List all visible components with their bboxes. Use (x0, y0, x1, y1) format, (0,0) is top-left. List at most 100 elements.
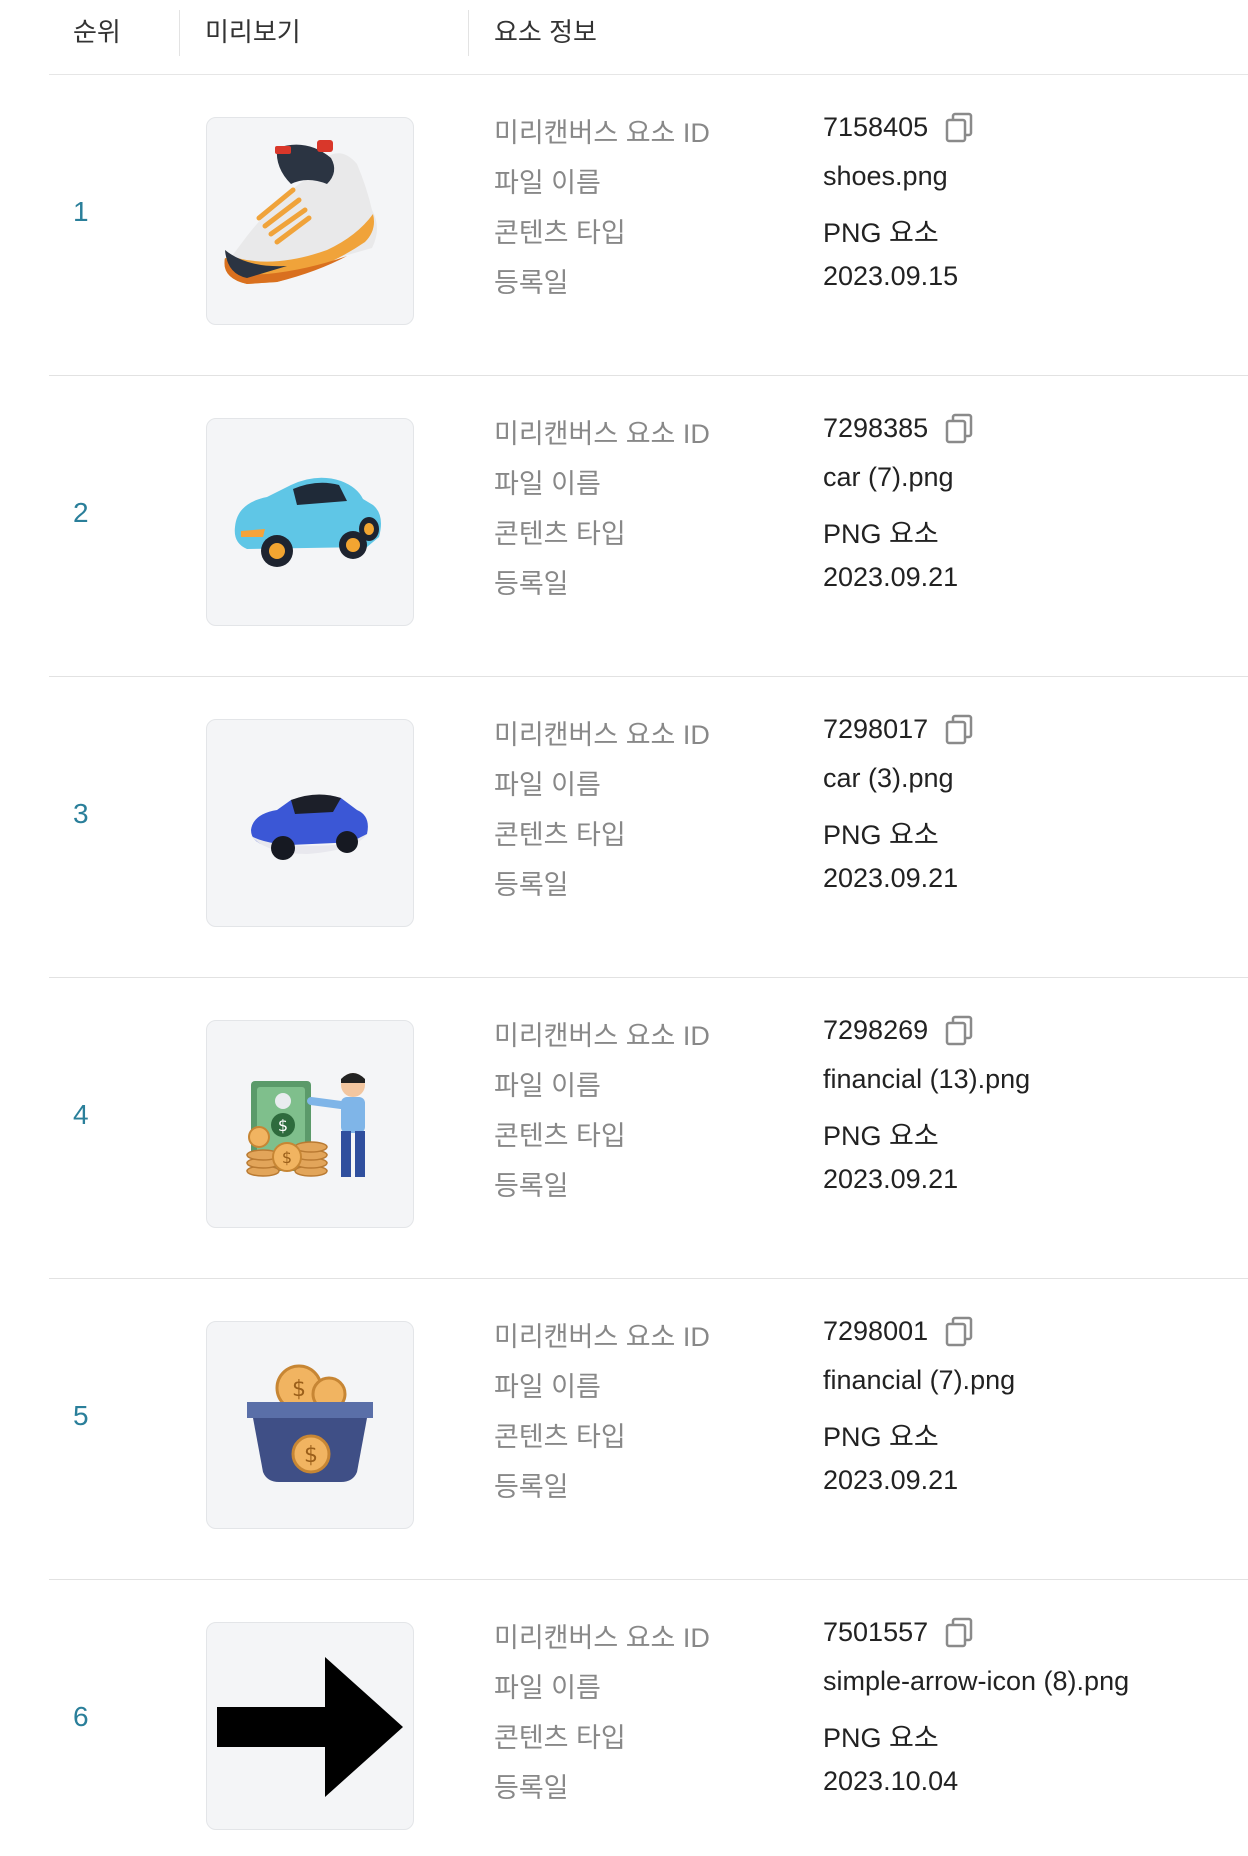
type-label: 콘텐츠 타입 (494, 1121, 626, 1151)
info-line-file: 파일 이름 car (3).png (494, 753, 1214, 803)
header-rank: 순위 (73, 17, 121, 47)
header-preview: 미리보기 (205, 17, 301, 47)
file-name: shoes.png (823, 161, 948, 191)
rank-number: 3 (73, 798, 89, 829)
file-label: 파일 이름 (494, 1372, 601, 1402)
file-name: financial (13).png (823, 1064, 1031, 1094)
id-value-wrap: 7298269 (823, 1014, 974, 1046)
info-line-type: 콘텐츠 타입 PNG 요소 (494, 502, 1214, 552)
info-line-id: 미리캔버스 요소 ID 7501557 (494, 1606, 1214, 1656)
preview-thumbnail[interactable] (206, 1622, 414, 1830)
id-label: 미리캔버스 요소 ID (494, 1021, 710, 1051)
copy-icon[interactable] (944, 713, 974, 745)
registered-date: 2023.09.21 (823, 562, 959, 592)
file-name: financial (7).png (823, 1365, 1016, 1395)
id-label: 미리캔버스 요소 ID (494, 118, 710, 148)
info-line-file: 파일 이름 financial (13).png (494, 1054, 1214, 1104)
copy-icon[interactable] (944, 1014, 974, 1046)
person-with-money-icon: $ $ (246, 1073, 365, 1177)
date-label: 등록일 (494, 569, 569, 599)
element-id: 7501557 (823, 1616, 929, 1647)
info-line-id: 미리캔버스 요소 ID 7298017 (494, 703, 1214, 753)
header-divider (179, 10, 180, 56)
header-divider (468, 10, 469, 56)
rank-number: 2 (73, 497, 89, 528)
svg-text:$: $ (278, 1116, 288, 1135)
preview-thumbnail[interactable] (206, 117, 414, 325)
table-row: 2 미리캔버스 요소 ID 7298385 파일 이름 car (7).png … (49, 376, 1248, 677)
copy-icon[interactable] (944, 412, 974, 444)
content-type: PNG 요소 (823, 1723, 939, 1753)
date-label: 등록일 (494, 1773, 569, 1803)
content-type: PNG 요소 (823, 820, 939, 850)
info-line-date: 등록일 2023.09.21 (494, 1154, 1214, 1204)
rank-number: 4 (73, 1099, 89, 1130)
copy-icon[interactable] (944, 111, 974, 143)
file-label: 파일 이름 (494, 469, 601, 499)
table-row: 1 미리캔버스 요소 ID 7158405 파일 이름 shoes.png 콘텐… (49, 75, 1248, 376)
element-id: 7158405 (823, 111, 929, 142)
rank-number: 5 (73, 1400, 89, 1431)
type-label: 콘텐츠 타입 (494, 1723, 626, 1753)
table-row: 5 $ $ 미리캔버스 요소 ID 7298001 파일 이름 financia… (49, 1279, 1248, 1580)
table-row: 6 미리캔버스 요소 ID 7501557 파일 이름 simple-arrow… (49, 1580, 1248, 1856)
info-line-type: 콘텐츠 타입 PNG 요소 (494, 1405, 1214, 1455)
info-line-date: 등록일 2023.09.21 (494, 1455, 1214, 1505)
element-info: 미리캔버스 요소 ID 7158405 파일 이름 shoes.png 콘텐츠 … (494, 101, 1214, 301)
info-line-file: 파일 이름 simple-arrow-icon (8).png (494, 1656, 1214, 1706)
id-label: 미리캔버스 요소 ID (494, 1623, 710, 1653)
file-label: 파일 이름 (494, 1673, 601, 1703)
info-line-id: 미리캔버스 요소 ID 7298001 (494, 1305, 1214, 1355)
preview-thumbnail[interactable]: $ $ (206, 1020, 414, 1228)
element-info: 미리캔버스 요소 ID 7298001 파일 이름 financial (7).… (494, 1305, 1214, 1505)
info-line-id: 미리캔버스 요소 ID 7298385 (494, 402, 1214, 452)
copy-icon[interactable] (944, 1616, 974, 1648)
info-line-type: 콘텐츠 타입 PNG 요소 (494, 201, 1214, 251)
info-line-type: 콘텐츠 타입 PNG 요소 (494, 803, 1214, 853)
info-line-type: 콘텐츠 타입 PNG 요소 (494, 1104, 1214, 1154)
id-value-wrap: 7298001 (823, 1315, 974, 1347)
element-id: 7298017 (823, 713, 929, 744)
id-value-wrap: 7298017 (823, 713, 974, 745)
type-label: 콘텐츠 타입 (494, 1422, 626, 1452)
file-name: car (3).png (823, 763, 954, 793)
element-info: 미리캔버스 요소 ID 7298269 파일 이름 financial (13)… (494, 1004, 1214, 1204)
date-label: 등록일 (494, 268, 569, 298)
table-header: 순위 미리보기 요소 정보 (49, 0, 1248, 75)
table-row: 4 $ $ 미리캔버스 요소 ID 7298269 파일 이름 financia… (49, 978, 1248, 1279)
info-line-date: 등록일 2023.09.21 (494, 552, 1214, 602)
coin-basket-icon: $ $ (247, 1364, 373, 1482)
element-id: 7298269 (823, 1014, 929, 1045)
element-ranking-table: 순위 미리보기 요소 정보 1 미리캔버스 요소 ID 7158405 파일 이… (49, 0, 1248, 1856)
preview-thumbnail[interactable] (206, 418, 414, 626)
id-label: 미리캔버스 요소 ID (494, 419, 710, 449)
id-value-wrap: 7298385 (823, 412, 974, 444)
element-id: 7298385 (823, 412, 929, 443)
info-line-id: 미리캔버스 요소 ID 7158405 (494, 101, 1214, 151)
rank-number: 1 (73, 196, 89, 227)
preview-thumbnail[interactable] (206, 719, 414, 927)
file-name: simple-arrow-icon (8).png (823, 1666, 1130, 1696)
info-line-file: 파일 이름 financial (7).png (494, 1355, 1214, 1405)
file-label: 파일 이름 (494, 770, 601, 800)
id-label: 미리캔버스 요소 ID (494, 1322, 710, 1352)
content-type: PNG 요소 (823, 218, 939, 248)
type-label: 콘텐츠 타입 (494, 519, 626, 549)
file-label: 파일 이름 (494, 1071, 601, 1101)
file-name: car (7).png (823, 462, 954, 492)
date-label: 등록일 (494, 1472, 569, 1502)
info-line-file: 파일 이름 car (7).png (494, 452, 1214, 502)
info-line-file: 파일 이름 shoes.png (494, 151, 1214, 201)
id-value-wrap: 7501557 (823, 1616, 974, 1648)
content-type: PNG 요소 (823, 1121, 939, 1151)
svg-text:$: $ (304, 1443, 318, 1468)
copy-icon[interactable] (944, 1315, 974, 1347)
date-label: 등록일 (494, 1171, 569, 1201)
sneaker-icon (224, 140, 377, 284)
info-line-date: 등록일 2023.09.21 (494, 853, 1214, 903)
preview-thumbnail[interactable]: $ $ (206, 1321, 414, 1529)
element-info: 미리캔버스 요소 ID 7298385 파일 이름 car (7).png 콘텐… (494, 402, 1214, 602)
blue-car-icon (251, 794, 368, 860)
element-info: 미리캔버스 요소 ID 7501557 파일 이름 simple-arrow-i… (494, 1606, 1214, 1806)
registered-date: 2023.09.21 (823, 1465, 959, 1495)
